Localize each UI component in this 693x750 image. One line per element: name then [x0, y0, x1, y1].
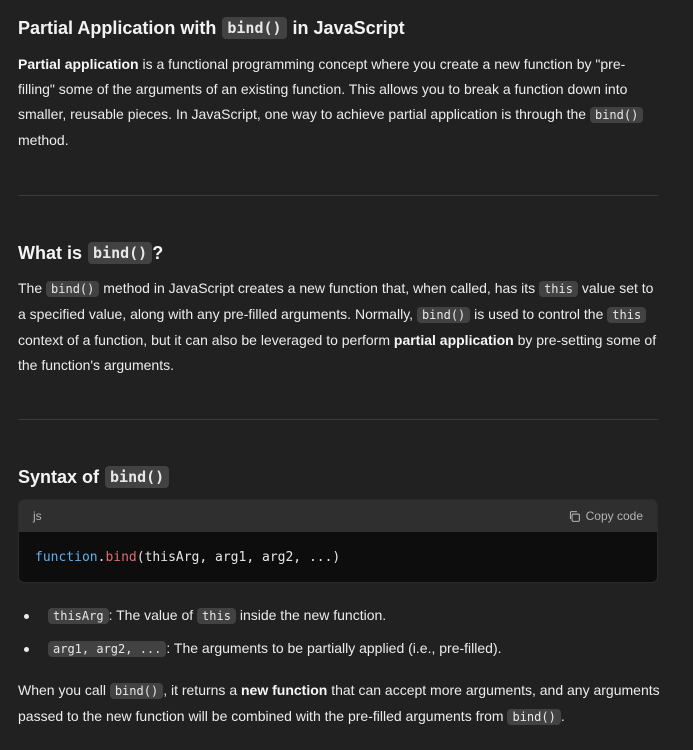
inline-code: arg1, arg2, ... [48, 641, 167, 657]
inline-code: this [197, 608, 236, 624]
closing-paragraph: When you call bind(), it returns a new f… [18, 682, 660, 725]
code-content: function.bind(thisArg, arg1, arg2, ...) [35, 550, 341, 565]
list-item: thisArg: The value of this inside the ne… [18, 603, 658, 629]
code-language-label: js [33, 509, 42, 523]
inline-code: bind() [416, 307, 471, 323]
inline-code: bind() [222, 17, 287, 39]
code-block-header: js Copy code [19, 500, 657, 532]
divider [18, 419, 658, 420]
inline-code: this [607, 307, 647, 323]
heading-what-is-bind: What is bind()? [18, 242, 164, 264]
code-block: js Copy code function.bind(thisArg, arg1… [18, 499, 658, 583]
intro-paragraph: Partial application is a functional prog… [18, 52, 658, 153]
inline-code: thisArg [48, 608, 109, 624]
inline-code: bind() [109, 683, 164, 699]
divider [18, 195, 658, 196]
inline-code: bind() [46, 281, 100, 297]
copy-code-button[interactable]: Copy code [568, 509, 643, 523]
copy-code-label: Copy code [585, 509, 643, 523]
heading-partial-application: Partial Application with bind() in JavaS… [18, 17, 405, 39]
inline-code: bind() [105, 466, 170, 488]
inline-code: this [539, 281, 578, 297]
list-item: arg1, arg2, ...: The arguments to be par… [18, 636, 658, 662]
inline-code: bind() [507, 709, 561, 725]
copy-icon [569, 510, 580, 522]
inline-code: bind() [88, 242, 153, 264]
heading-syntax-of-bind: Syntax of bind() [18, 466, 170, 488]
parameter-list: thisArg: The value of this inside the ne… [18, 603, 658, 662]
inline-code: bind() [589, 107, 644, 123]
bind-description-paragraph: The bind() method in JavaScript creates … [18, 280, 657, 373]
